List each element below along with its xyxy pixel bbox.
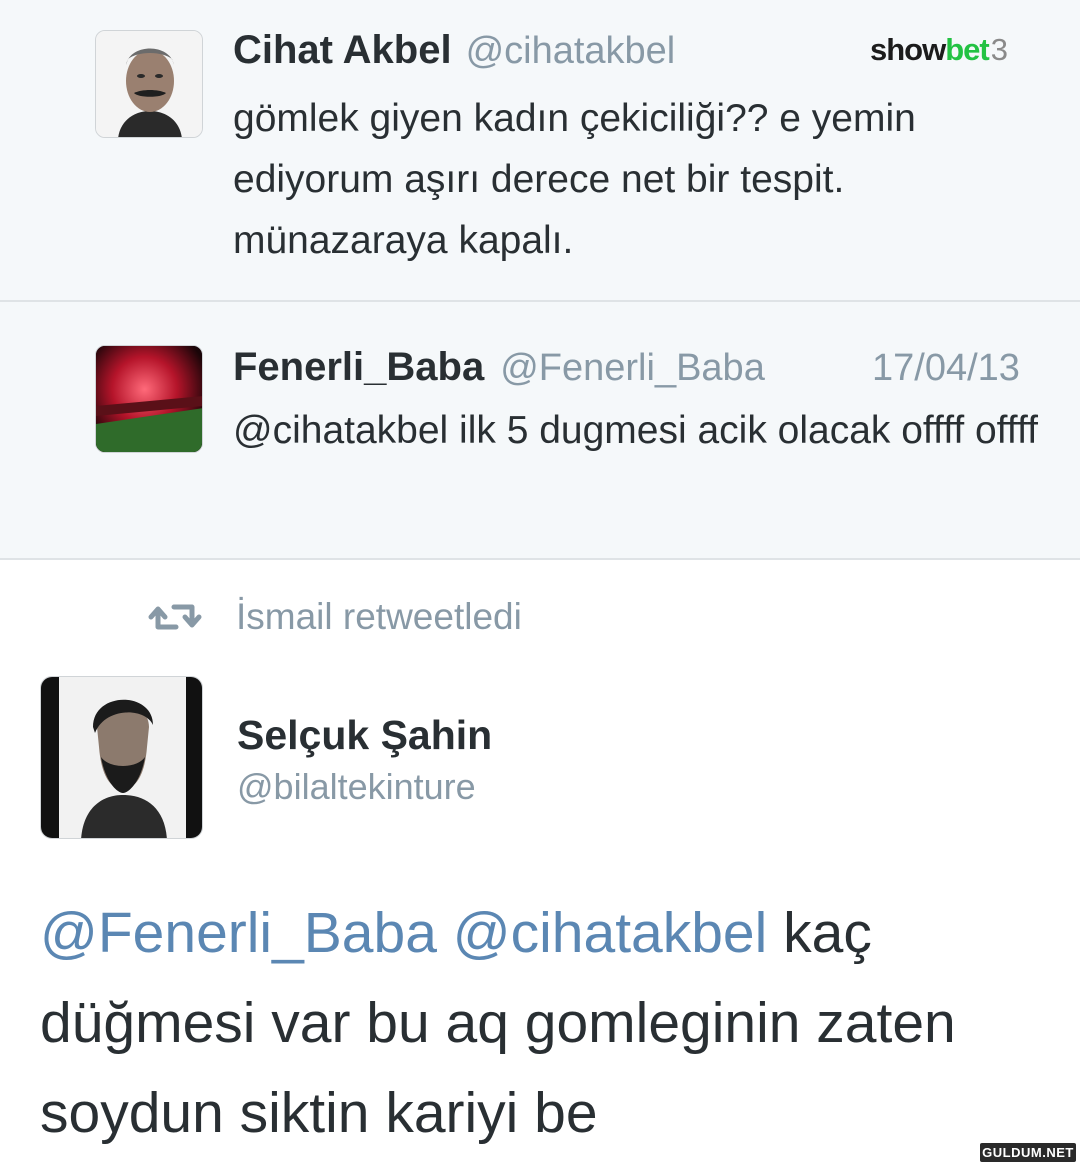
- avatar-image: [96, 31, 202, 137]
- display-name[interactable]: Cihat Akbel: [233, 28, 452, 72]
- retweet-label[interactable]: İsmail retweetledi: [236, 596, 522, 638]
- avatar[interactable]: [40, 676, 203, 839]
- display-name[interactable]: Fenerli_Baba: [233, 345, 484, 389]
- tweet-date[interactable]: 17/04/13: [872, 347, 1020, 390]
- username[interactable]: @cihatakbel: [466, 30, 676, 72]
- avatar-image: [41, 677, 202, 838]
- mention-link[interactable]: @cihatakbel: [453, 901, 768, 965]
- retweet-icon: [148, 604, 202, 630]
- tweet-text: @Fenerli_Baba @cihatakbel kaç düğmesi va…: [40, 888, 1050, 1158]
- avatar[interactable]: [95, 30, 203, 138]
- avatar[interactable]: [95, 345, 203, 453]
- retweet-context: İsmail retweetledi: [148, 594, 522, 640]
- username[interactable]: @Fenerli_Baba: [500, 347, 765, 389]
- tweet-header: Fenerli_Baba @Fenerli_Baba: [233, 345, 765, 390]
- mention-link[interactable]: @Fenerli_Baba: [40, 901, 437, 965]
- showbet-logo: showbet3: [870, 32, 1008, 67]
- username[interactable]: @bilaltekinture: [237, 766, 476, 808]
- tweet-cihat-akbel[interactable]: Cihat Akbel @cihatakbel showbet3 gömlek g…: [0, 0, 1080, 302]
- tweet-header: Cihat Akbel @cihatakbel: [233, 28, 675, 73]
- display-name[interactable]: Selçuk Şahin: [237, 712, 492, 759]
- avatar-image: [96, 346, 202, 452]
- tweet-text: gömlek giyen kadın çekiciliği?? e yemin …: [233, 97, 916, 262]
- tweet-text: @cihatakbel ilk 5 dugmesi acik olacak of…: [233, 409, 1038, 452]
- watermark: GULDUM.NET: [980, 1143, 1076, 1162]
